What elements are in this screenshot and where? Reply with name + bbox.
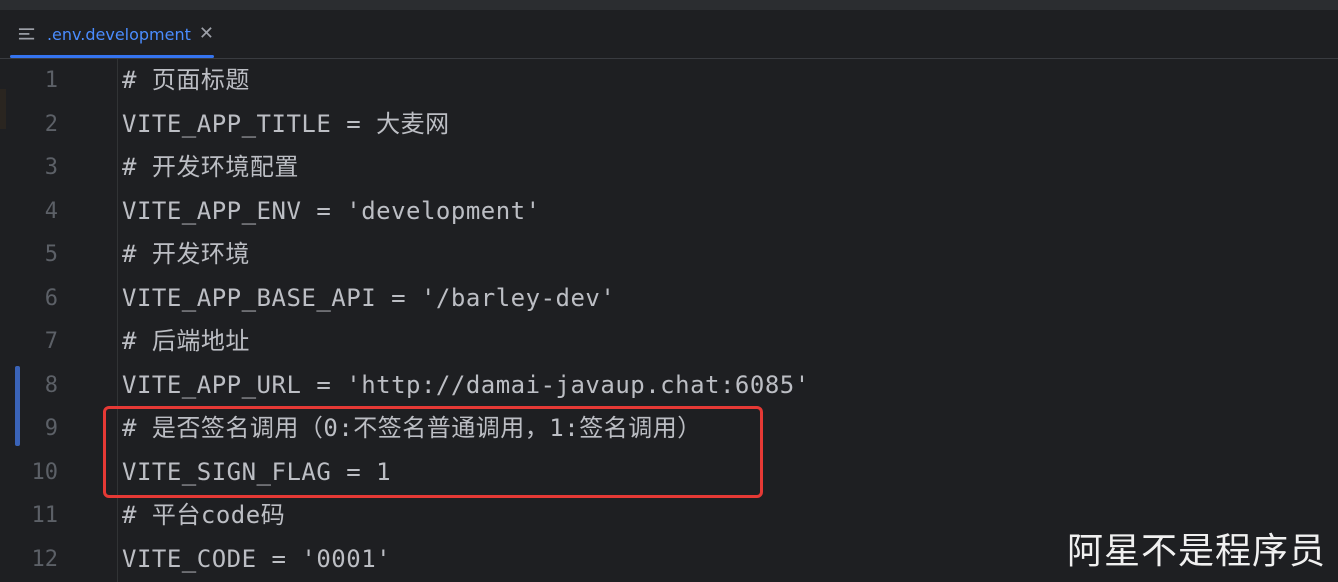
- line-number: 10: [31, 459, 59, 485]
- file-lines-icon: [18, 28, 35, 40]
- code-text: VITE_APP_BASE_API = '/barley-dev': [122, 283, 616, 312]
- line-number: 8: [44, 372, 58, 398]
- tab-label: .env.development: [46, 24, 191, 44]
- window-top-bar: [0, 0, 1338, 10]
- line-number: 5: [44, 242, 58, 267]
- highlight-annotation-box: [103, 406, 763, 498]
- close-icon[interactable]: ✕: [199, 25, 214, 43]
- editor-tab-bar: .env.development ✕: [0, 10, 1338, 59]
- code-line: 5 # 开发环境: [0, 233, 1338, 276]
- line-number: 9: [44, 416, 58, 441]
- code-text: VITE_CODE = '0001': [122, 544, 392, 573]
- line-number: 2: [44, 111, 58, 137]
- line-number: 1: [44, 68, 58, 93]
- code-line: 3 # 开发环境配置: [0, 146, 1338, 189]
- watermark: 阿星不是程序员: [1066, 531, 1326, 572]
- active-tab-indicator: [10, 55, 214, 58]
- code-text: # 开发环境: [122, 240, 250, 268]
- code-line: 2 VITE_APP_TITLE = 大麦网: [0, 103, 1338, 146]
- code-editor[interactable]: 1 # 页面标题 2 VITE_APP_TITLE = 大麦网 3 # 开发环境…: [0, 59, 1338, 582]
- code-text: VITE_APP_URL = 'http://damai-javaup.chat…: [122, 370, 810, 399]
- code-line: 8 VITE_APP_URL = 'http://damai-javaup.ch…: [0, 364, 1338, 407]
- line-number: 12: [31, 546, 59, 572]
- tab-env-development[interactable]: .env.development ✕: [8, 10, 214, 58]
- code-line: 7 # 后端地址: [0, 320, 1338, 363]
- code-text: VITE_APP_TITLE = 大麦网: [122, 109, 450, 138]
- line-number: 6: [44, 285, 58, 311]
- code-text: VITE_APP_ENV = 'development': [122, 196, 541, 225]
- code-line: 1 # 页面标题: [0, 59, 1338, 102]
- line-number: 4: [44, 198, 58, 224]
- line-number: 3: [44, 155, 58, 180]
- code-line: 6 VITE_APP_BASE_API = '/barley-dev': [0, 277, 1338, 320]
- line-number: 7: [44, 329, 58, 354]
- code-text: # 后端地址: [122, 327, 250, 355]
- code-text: # 页面标题: [122, 66, 250, 94]
- code-line: 4 VITE_APP_ENV = 'development': [0, 190, 1338, 233]
- code-text: # 开发环境配置: [122, 153, 299, 181]
- line-number: 11: [31, 503, 59, 528]
- code-text: # 平台code码: [122, 501, 286, 529]
